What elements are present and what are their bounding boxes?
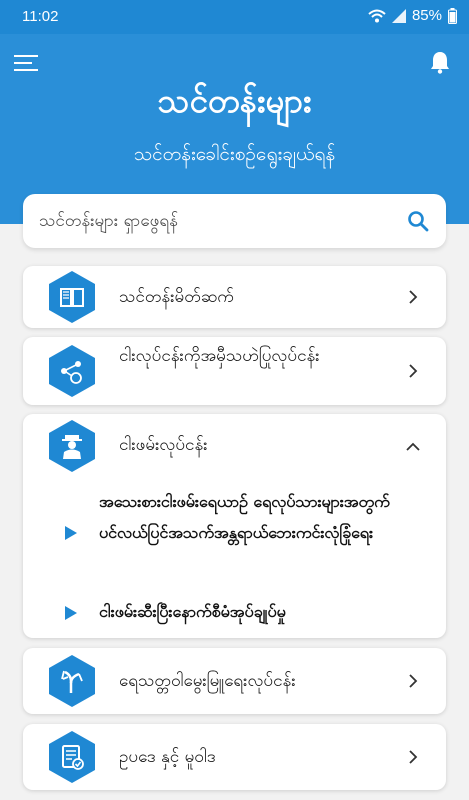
category-icon-badge	[45, 344, 99, 398]
category-card-fishing[interactable]: ငါးဖမ်းလုပ်ငန်း အသေးစားငါးဖမ်းရေယာဉ် ရေလ…	[23, 414, 446, 638]
chevron-right-icon	[409, 290, 418, 304]
page-subtitle: သင်တန်းခေါင်းစဉ်ရွေးချယ်ရန်	[133, 143, 336, 165]
search-input[interactable]	[39, 194, 399, 248]
plant-sprout-icon	[61, 670, 83, 693]
category-label: ငါးလုပ်ငန်းကိုအမှီသဟဲပြုလုပ်ငန်း	[119, 346, 320, 366]
share-network-icon	[61, 361, 82, 384]
category-label: ငါးဖမ်းလုပ်ငန်း	[119, 435, 208, 455]
book-icon	[60, 288, 84, 307]
sub-item-label: အသေးစားငါးဖမ်းရေယာဉ် ရေလုပ်သားများအတွက် …	[99, 492, 390, 542]
sub-item-label: ငါးဖမ်းဆီးပြီးနောက်စီမံအုပ်ချုပ်မှု	[99, 602, 286, 621]
play-arrow-icon	[65, 606, 77, 620]
menu-icon[interactable]	[14, 52, 40, 74]
chevron-right-icon	[409, 750, 418, 764]
sub-item-post-harvest[interactable]: ငါးဖမ်းဆီးပြီးနောက်စီမံအုပ်ချုပ်မှု	[23, 596, 446, 630]
play-arrow-icon	[65, 526, 77, 540]
search-icon[interactable]	[406, 209, 430, 233]
fisherman-icon	[62, 435, 82, 459]
document-check-icon	[62, 745, 84, 770]
category-label: သင်တန်းမိတ်ဆက်	[119, 287, 234, 307]
chevron-right-icon	[409, 364, 418, 378]
category-label: ရေသတ္တဝါမွေးမြူရေးလုပ်ငန်း	[119, 671, 296, 691]
category-card-related-business[interactable]: ငါးလုပ်ငန်းကိုအမှီသဟဲပြုလုပ်ငန်း	[23, 337, 446, 405]
status-bar: 11:02 85%	[0, 0, 469, 34]
category-icon-badge	[45, 270, 99, 324]
category-icon-badge	[45, 419, 99, 473]
category-card-law-policy[interactable]: ဥပဒေ နှင့် မူဝါဒ	[23, 724, 446, 790]
battery-icon	[448, 7, 457, 24]
wifi-icon	[368, 9, 386, 22]
chevron-right-icon	[409, 674, 418, 688]
category-card-introduction[interactable]: သင်တန်းမိတ်ဆက်	[23, 266, 446, 328]
sub-item-small-boat-safety[interactable]: အသေးစားငါးဖမ်းရေယာဉ် ရေလုပ်သားများအတွက် …	[23, 486, 446, 582]
battery-percent: 85%	[411, 7, 442, 24]
bell-icon[interactable]	[429, 50, 451, 74]
signal-icon	[391, 8, 406, 23]
category-icon-badge	[45, 654, 99, 708]
search-bar	[23, 194, 446, 248]
chevron-up-icon[interactable]	[406, 440, 420, 454]
category-card-aquaculture[interactable]: ရေသတ္တဝါမွေးမြူရေးလုပ်ငန်း	[23, 648, 446, 714]
status-time: 11:02	[22, 8, 59, 25]
category-label: ဥပဒေ နှင့် မူဝါဒ	[119, 747, 216, 767]
page-title: သင်တန်းများ	[157, 81, 312, 120]
category-icon-badge	[45, 730, 99, 784]
